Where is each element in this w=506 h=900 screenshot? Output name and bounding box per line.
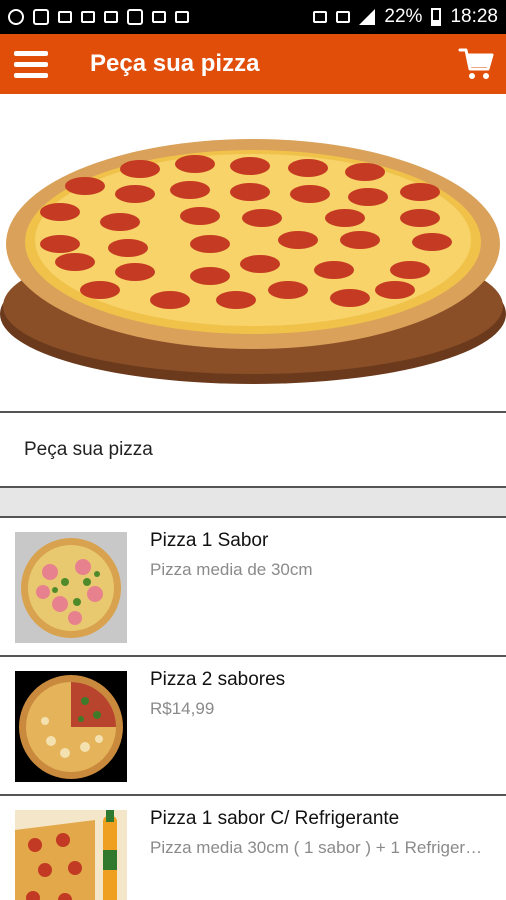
- app-bar: Peça sua pizza: [0, 34, 506, 94]
- broom-icon: [81, 11, 95, 23]
- wifi-icon: [336, 11, 351, 23]
- voicemail-icon: [175, 11, 189, 23]
- status-bar: 22% 18:28: [0, 0, 506, 34]
- pizza-one-flavor-thumbnail: [15, 532, 127, 643]
- tag-icon: [152, 11, 166, 23]
- hamburger-menu-icon[interactable]: [0, 34, 62, 94]
- battery-percent: 22%: [384, 6, 423, 27]
- whatsapp-icon: [8, 9, 24, 25]
- separator-band: [0, 488, 506, 516]
- clock: 18:28: [450, 6, 498, 27]
- app-title: Peça sua pizza: [90, 50, 260, 77]
- product-price: R$14,99: [150, 699, 215, 718]
- shop-icon: [127, 9, 143, 25]
- pizza-with-soda-thumbnail: [15, 810, 127, 900]
- product-description: Pizza media de 30cm: [150, 560, 313, 579]
- product-item-pizza-1-sabor[interactable]: Pizza 1 Sabor Pizza media de 30cm: [0, 518, 506, 657]
- cart-icon[interactable]: [446, 34, 506, 94]
- product-item-pizza-2-sabores[interactable]: Pizza 2 sabores R$14,99: [0, 657, 506, 796]
- notification-icons: [8, 9, 189, 25]
- product-name: Pizza 2 sabores: [150, 669, 286, 690]
- product-name: Pizza 1 Sabor: [150, 530, 269, 551]
- fish-icon: [104, 11, 118, 23]
- product-name: Pizza 1 sabor C/ Refrigerante: [150, 808, 400, 829]
- mail-icon: [58, 11, 72, 23]
- pizza-two-flavors-thumbnail: [15, 671, 127, 782]
- product-list: Pizza 1 Sabor Pizza media de 30cm Pizza …: [0, 518, 506, 900]
- signal-icon: [359, 9, 376, 25]
- product-item-pizza-1-sabor-refrigerante[interactable]: Pizza 1 sabor C/ Refrigerante Pizza medi…: [0, 796, 506, 900]
- divider: [0, 411, 506, 413]
- battery-icon: [431, 8, 442, 26]
- system-icons: 22% 18:28: [313, 6, 498, 28]
- image-icon: [33, 9, 49, 25]
- mute-icon: [313, 11, 328, 23]
- section-title: Peça sua pizza: [24, 439, 153, 460]
- hero-pizza-image: [0, 94, 506, 412]
- product-description: Pizza media 30cm ( 1 sabor ) + 1 Refrige…: [150, 838, 486, 857]
